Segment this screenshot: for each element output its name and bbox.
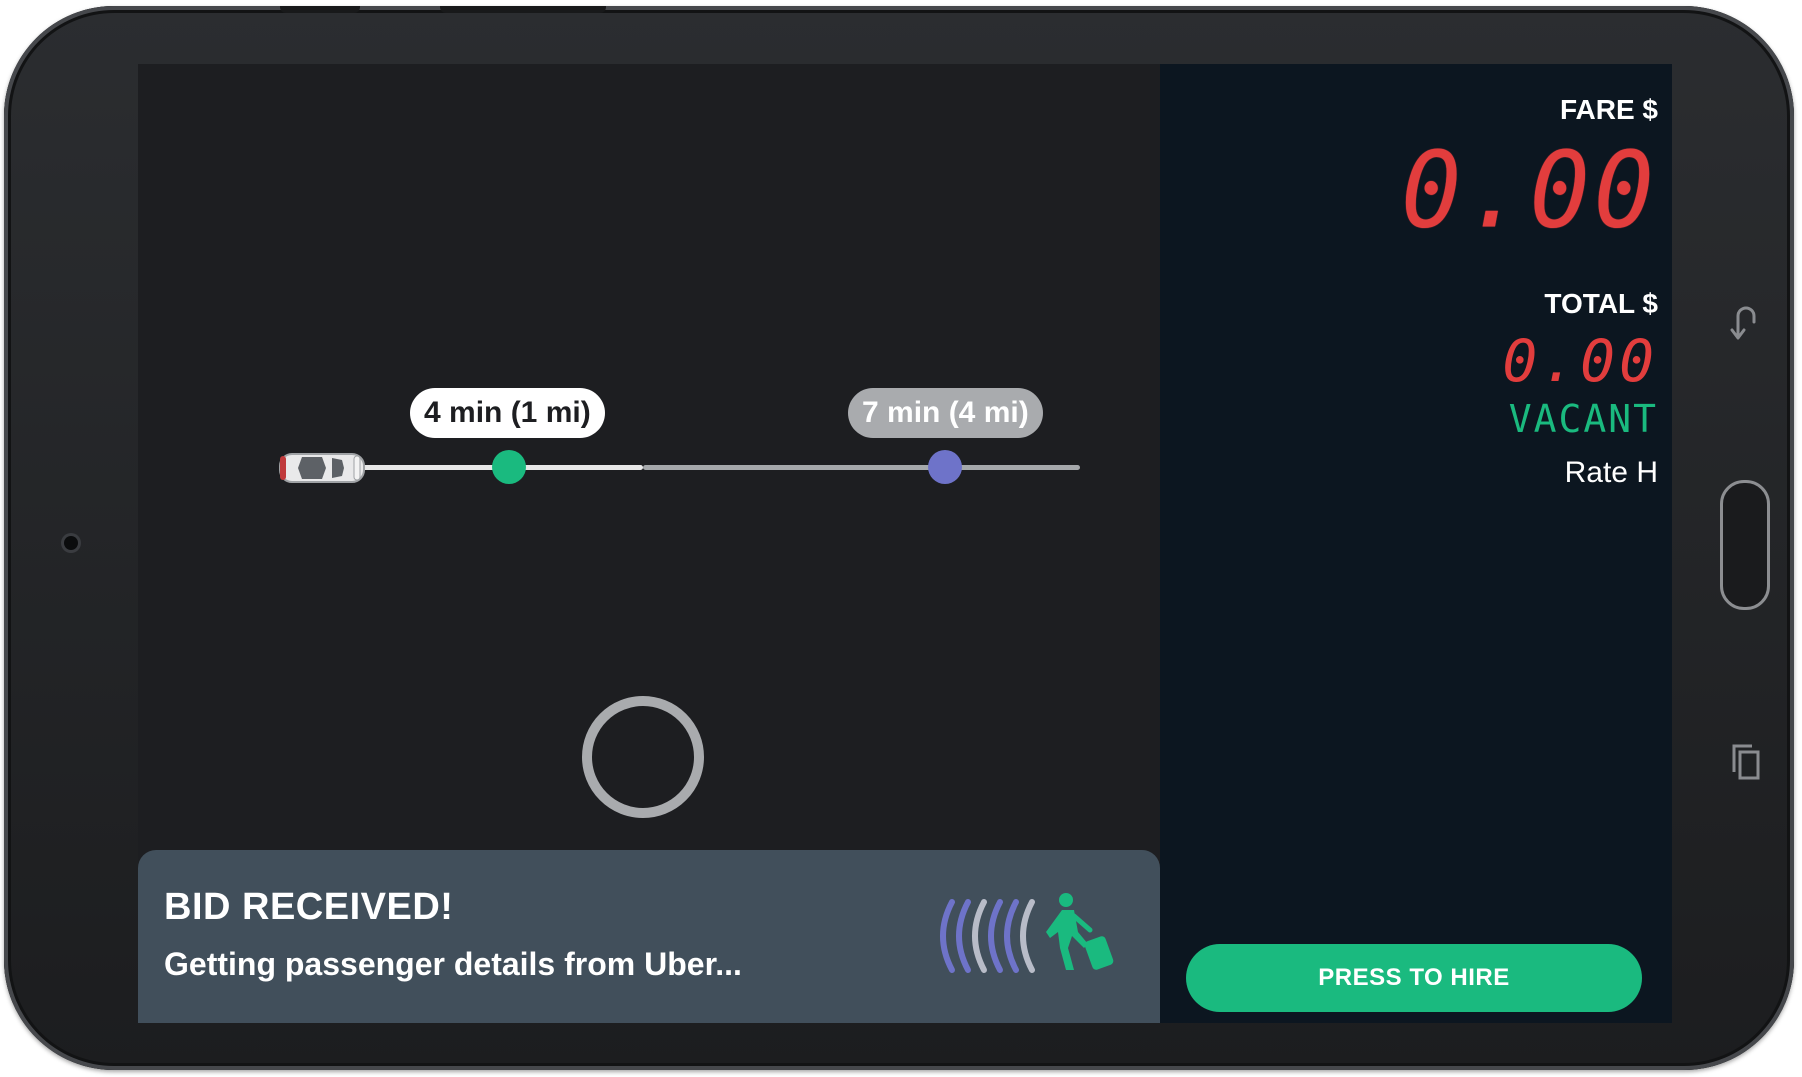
- signal-waves-icon: [940, 899, 1035, 973]
- route-segment-to-dropoff: [643, 465, 1080, 470]
- route-map: 4 min (1 mi) 7 min (4 mi) BID RECEIVED! …: [138, 64, 1160, 1023]
- passenger-walking-luggage-icon: [1046, 893, 1114, 970]
- front-camera: [64, 536, 78, 550]
- dropoff-dot-icon: [928, 450, 962, 484]
- back-icon[interactable]: [1726, 300, 1766, 346]
- pickup-dot-icon: [492, 450, 526, 484]
- bid-subtitle: Getting passenger details from Uber...: [164, 946, 742, 982]
- bid-received-banner: BID RECEIVED! Getting passenger details …: [138, 850, 1160, 1023]
- press-to-hire-button[interactable]: PRESS TO HIRE: [1186, 944, 1642, 1012]
- fare-value: 0.00: [1401, 129, 1658, 252]
- home-button[interactable]: [1720, 480, 1770, 610]
- car-icon: [279, 453, 365, 483]
- rate-label: Rate H: [1564, 456, 1658, 489]
- bid-title: BID RECEIVED!: [164, 886, 454, 928]
- app-screen: 4 min (1 mi) 7 min (4 mi) BID RECEIVED! …: [138, 64, 1672, 1023]
- tablet-frame: 4 min (1 mi) 7 min (4 mi) BID RECEIVED! …: [4, 6, 1794, 1070]
- pickup-eta-label: 4 min (1 mi): [410, 388, 605, 438]
- recent-apps-icon[interactable]: [1726, 740, 1766, 786]
- total-label: TOTAL $: [1544, 288, 1658, 319]
- power-button: [440, 6, 606, 13]
- dropoff-eta-label: 7 min (4 mi): [848, 388, 1043, 438]
- total-value: 0.00: [1502, 327, 1658, 395]
- taximeter-panel: FARE $ 0.00 TOTAL $ 0.00 VACANT Rate H P…: [1160, 64, 1672, 1023]
- loading-ring-icon: [582, 696, 704, 818]
- fare-label: FARE $: [1559, 94, 1658, 125]
- meter-status: VACANT: [1508, 397, 1658, 441]
- volume-button: [280, 6, 360, 13]
